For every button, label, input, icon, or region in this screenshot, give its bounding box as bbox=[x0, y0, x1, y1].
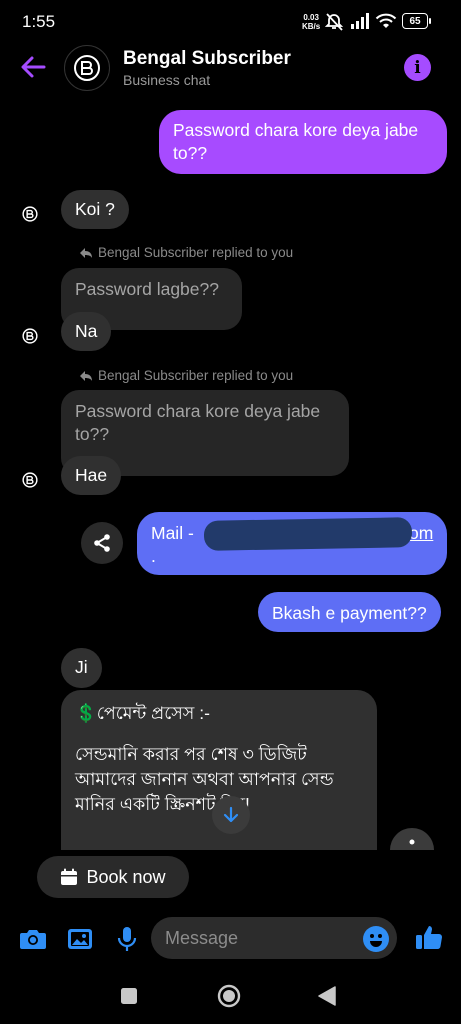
triangle-left-icon bbox=[318, 986, 336, 1006]
signal-icon bbox=[350, 12, 372, 35]
battery-indicator: 65 bbox=[402, 13, 431, 29]
message-text: Na bbox=[75, 321, 98, 341]
incoming-message[interactable]: Koi ? bbox=[61, 190, 129, 229]
sender-avatar-icon bbox=[20, 204, 40, 224]
mail-prefix: Mail - bbox=[151, 523, 194, 543]
arrow-down-icon bbox=[223, 806, 239, 823]
share-button[interactable] bbox=[81, 522, 123, 564]
system-nav-bar bbox=[0, 968, 461, 1024]
reply-indicator-text: Bengal Subscriber replied to you bbox=[98, 245, 294, 260]
outgoing-message[interactable]: Bkash e payment?? bbox=[258, 592, 441, 632]
incoming-message[interactable]: Na bbox=[61, 312, 112, 351]
quoted-text: Password lagbe?? bbox=[75, 279, 219, 299]
status-bar: 1:55 0.03 KB/s 65 bbox=[0, 0, 461, 44]
contact-avatar[interactable] bbox=[64, 45, 110, 91]
contact-name[interactable]: Bengal Subscriber bbox=[123, 48, 291, 70]
more-button[interactable] bbox=[390, 828, 434, 850]
camera-button[interactable] bbox=[18, 924, 48, 954]
circle-icon bbox=[217, 984, 241, 1008]
share-icon bbox=[94, 534, 110, 552]
redaction-mark bbox=[203, 517, 413, 551]
message-text: Koi ? bbox=[75, 199, 115, 219]
sender-avatar-icon bbox=[20, 470, 40, 490]
book-now-label: Book now bbox=[86, 866, 166, 887]
payment-title: পেমেন্ট প্রসেস :- bbox=[96, 703, 210, 723]
network-speed-value: 0.03 bbox=[303, 13, 319, 22]
reply-indicator-text: Bengal Subscriber replied to you bbox=[98, 368, 294, 383]
network-speed-unit: KB/s bbox=[302, 22, 321, 31]
message-input[interactable] bbox=[151, 917, 397, 959]
network-speed: 0.03 KB/s bbox=[302, 13, 320, 31]
incoming-message[interactable]: Hae bbox=[61, 456, 122, 495]
status-time: 1:55 bbox=[22, 12, 56, 31]
square-icon bbox=[121, 988, 137, 1004]
scroll-to-bottom-button[interactable] bbox=[212, 796, 250, 834]
image-icon bbox=[68, 929, 92, 949]
incoming-message[interactable]: Ji bbox=[61, 648, 102, 688]
message-text: Ji bbox=[75, 657, 88, 677]
gallery-button[interactable] bbox=[65, 924, 95, 954]
reply-indicator: Bengal Subscriber replied to you bbox=[79, 368, 293, 383]
reply-indicator: Bengal Subscriber replied to you bbox=[79, 245, 293, 260]
book-now-button[interactable]: Book now bbox=[37, 856, 189, 898]
contact-subtitle: Business chat bbox=[123, 72, 211, 88]
outgoing-message[interactable]: Password chara kore deya jabe to?? bbox=[159, 110, 447, 174]
message-text: Bkash e payment?? bbox=[272, 603, 427, 623]
mail-link-suffix[interactable]: om bbox=[409, 522, 433, 545]
message-text: Hae bbox=[75, 465, 108, 485]
reply-arrow-icon bbox=[80, 370, 92, 381]
arrow-left-icon bbox=[21, 56, 46, 78]
more-icon bbox=[409, 839, 415, 845]
back-button[interactable] bbox=[18, 52, 48, 82]
wifi-icon bbox=[375, 12, 397, 35]
reply-arrow-icon bbox=[80, 247, 92, 258]
message-text: Password chara kore deya jabe to?? bbox=[173, 120, 419, 163]
camera-icon bbox=[20, 930, 46, 949]
emoji-button[interactable] bbox=[363, 926, 389, 952]
back-nav-button[interactable] bbox=[318, 986, 336, 1011]
quoted-text: Password chara kore deya jabe to?? bbox=[75, 401, 321, 444]
voice-button[interactable] bbox=[112, 924, 142, 954]
dollar-icon: 💲 bbox=[75, 703, 97, 723]
recents-button[interactable] bbox=[121, 988, 137, 1009]
info-icon: i bbox=[414, 57, 421, 78]
home-button[interactable] bbox=[217, 984, 241, 1013]
info-button[interactable]: i bbox=[404, 54, 431, 81]
mute-icon bbox=[324, 12, 344, 37]
brand-logo-icon bbox=[74, 55, 100, 81]
microphone-icon bbox=[117, 927, 137, 951]
calendar-icon bbox=[61, 868, 78, 885]
thumbs-up-icon bbox=[416, 926, 443, 950]
sender-avatar-icon bbox=[20, 326, 40, 346]
like-button[interactable] bbox=[414, 922, 444, 952]
smiley-icon bbox=[370, 934, 382, 947]
